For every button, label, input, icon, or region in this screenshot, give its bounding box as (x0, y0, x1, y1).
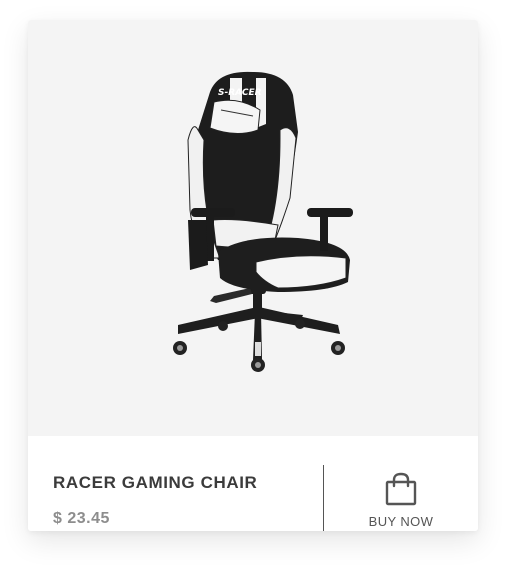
product-price: $ 23.45 (53, 510, 110, 527)
buy-now-label: BUY NOW (368, 514, 434, 529)
product-title: RACER GAMING CHAIR (53, 473, 258, 492)
product-image-area: S-RACER (28, 20, 478, 436)
chair-brand-mark: S-RACER (218, 88, 262, 98)
shopping-bag-icon (385, 472, 417, 506)
product-card: S-RACER RACER GAMING CHAIR $ 23.45 BUY N… (28, 20, 478, 531)
gaming-chair-image: S-RACER (173, 71, 353, 372)
chair-seat (218, 237, 350, 292)
card-footer: RACER GAMING CHAIR $ 23.45 BUY NOW (28, 436, 478, 531)
buy-now-button[interactable]: BUY NOW (324, 456, 478, 531)
